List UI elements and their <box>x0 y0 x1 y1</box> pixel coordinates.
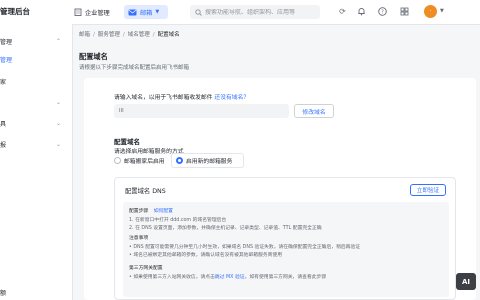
steps-title: 配置步骤 <box>129 209 149 214</box>
enterprise-label: 企业管理 <box>85 9 110 17</box>
search-box[interactable] <box>190 5 320 19</box>
radio-new-service[interactable]: 启用新的邮箱服务 <box>176 155 232 166</box>
avatar[interactable]: · <box>424 5 437 18</box>
mail-tab-label: 邮箱 <box>140 9 153 17</box>
chevron-up-icon: ⌃ <box>56 37 62 45</box>
breadcrumb-separator: / <box>122 32 125 38</box>
sidebar-item-1[interactable]: 管理 <box>0 52 72 66</box>
top-bar: 管理后台 企业管理 邮箱 ▼ ⟳ ? · ▼ <box>0 0 480 25</box>
dns-instructions: 配置步骤 如何配置 1. 在新窗口中打开 ddd.com 的域名管理后台 2. … <box>123 202 449 297</box>
main-content: 邮箱 / 服务管理 / 域名管理 / 配置域名 配置域名 请根据以下步骤完成域名配置后启用飞… <box>73 25 480 300</box>
breadcrumb-current: 配置域名 <box>157 32 180 38</box>
radio-migrate[interactable]: 邮箱搬家后启用 <box>114 155 165 166</box>
how-to-configure-link[interactable]: 如何配置 <box>154 209 173 214</box>
domain-value: lll <box>119 108 124 114</box>
sidebar: 管理 ⌃ 管理 家 ⌄ 具 ⌄ 报 ⌄ <box>0 24 73 300</box>
svg-text:?: ? <box>381 9 384 15</box>
bell-icon[interactable] <box>356 6 367 17</box>
sidebar-item-label: 管理 <box>0 56 13 64</box>
sidebar-item-2[interactable]: 家 <box>0 74 72 88</box>
dns-panel: 配置域名 DNS 立即验证 配置步骤 如何配置 1. 在新窗口中打开 ddd.c… <box>114 177 456 300</box>
config-card: 请输入域名，以用于飞书邮箱收发邮件 还没有域名？ lll 修改域名 配置域名 请… <box>84 78 476 300</box>
skip-mx-link[interactable]: 跳过 MX 验证 <box>215 275 245 280</box>
sidebar-footer[interactable]: 额 <box>0 288 6 297</box>
sidebar-item-4[interactable]: 具 ⌄ <box>0 116 72 130</box>
page-subtitle: 请根据以下步骤完成域名配置后启用飞书邮箱 <box>79 65 190 71</box>
change-domain-button[interactable]: 修改域名 <box>294 104 334 118</box>
breadcrumb: 邮箱 / 服务管理 / 域名管理 / 配置域名 <box>79 30 180 38</box>
breadcrumb-separator: / <box>152 32 155 38</box>
step-line: 1. 在新窗口中打开 ddd.com 的域名管理后台 <box>129 218 227 223</box>
chevron-down-icon: ⌄ <box>56 119 62 127</box>
sidebar-item-label: 报 <box>0 141 7 149</box>
sidebar-item-label: 管理 <box>0 38 13 46</box>
third-party-text: • 如果使用第三方入站网关收信，请点击 <box>129 275 215 280</box>
step-line: 2. 在 DNS 设置页面，添加参数，并确保主机记录、记录类型、记录值、TTL … <box>129 226 322 231</box>
apps-grid-icon[interactable] <box>399 6 410 17</box>
radio-dot-selected <box>176 157 183 164</box>
refresh-icon[interactable]: ⟳ <box>337 6 348 17</box>
app-title: 管理后台 <box>0 7 30 16</box>
enterprise-nav[interactable]: 企业管理 <box>74 5 110 19</box>
building-icon <box>74 8 82 16</box>
third-party-tail: ，如有使用第三方网关，请查看此步骤 <box>244 275 327 280</box>
radio-label: 启用新的邮箱服务 <box>186 159 233 165</box>
ai-assistant-button[interactable]: AI <box>456 273 476 290</box>
help-icon[interactable]: ? <box>377 6 388 17</box>
steps-heading: 配置步骤 如何配置 <box>129 207 173 214</box>
sidebar-item-0[interactable]: 管理 ⌃ <box>0 34 72 48</box>
domain-question-text: 请输入域名，以用于飞书邮箱收发邮件 <box>114 95 213 101</box>
third-party-line: • 如果使用第三方入站网关收信，请点击跳过 MX 验证，如有使用第三方网关，请查… <box>129 273 326 280</box>
mail-icon <box>128 9 137 15</box>
section-title: 配置域名 <box>114 138 140 146</box>
search-input[interactable] <box>205 8 315 16</box>
mail-tab[interactable]: 邮箱 ▼ <box>124 5 168 19</box>
breadcrumb-item[interactable]: 邮箱 <box>79 32 90 38</box>
note-line: • 域名已被绑定其他邮箱的参数，请确认域名没有被其他邮箱服务商使用 <box>129 253 283 258</box>
page-title: 配置域名 <box>79 52 108 61</box>
no-domain-link[interactable]: 还没有域名？ <box>214 95 249 101</box>
notes-title: 注意事项 <box>129 236 149 241</box>
avatar-letter: · <box>429 8 432 15</box>
chevron-down-icon: ⌄ <box>56 140 62 148</box>
third-party-title: 第三方网关配置 <box>129 266 163 271</box>
note-line: • DNS 配置可能需要几分钟至几小时生效，如果域名 DNS 验证失败，请在确保… <box>129 245 361 250</box>
chevron-down-icon: ▼ <box>155 9 160 15</box>
breadcrumb-separator: / <box>93 32 95 38</box>
dns-title: 配置域名 DNS <box>125 188 166 195</box>
breadcrumb-item[interactable]: 域名管理 <box>128 32 150 38</box>
sidebar-item-label: 具 <box>0 120 7 128</box>
sidebar-item-label: 家 <box>0 78 7 86</box>
sidebar-item-3[interactable]: ⌄ <box>0 95 72 109</box>
breadcrumb-item[interactable]: 服务管理 <box>98 32 120 38</box>
domain-question: 请输入域名，以用于飞书邮箱收发邮件 还没有域名？ <box>114 92 249 101</box>
search-icon <box>195 8 202 16</box>
radio-dot <box>114 157 121 164</box>
sidebar-item-5[interactable]: 报 ⌄ <box>0 137 72 151</box>
avatar-chevron-icon[interactable]: ▼ <box>440 8 444 14</box>
verify-now-button[interactable]: 立即验证 <box>410 184 446 196</box>
chevron-down-icon: ⌄ <box>56 98 62 106</box>
radio-label: 邮箱搬家后启用 <box>124 159 165 165</box>
domain-field[interactable]: lll <box>114 104 289 118</box>
